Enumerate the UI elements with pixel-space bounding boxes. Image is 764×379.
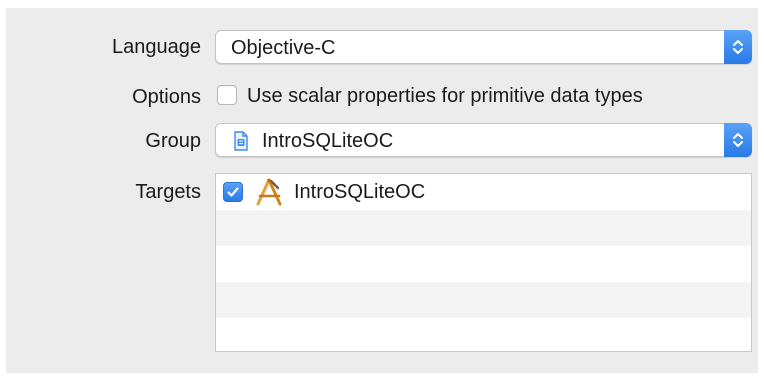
- language-popup[interactable]: Objective-C: [215, 30, 752, 64]
- list-item: [216, 282, 751, 318]
- language-value: Objective-C: [231, 37, 336, 59]
- folder-document-icon: [234, 131, 248, 151]
- language-label: Language: [112, 36, 201, 58]
- target-checkbox[interactable]: [223, 182, 243, 202]
- target-name: IntroSQLiteOC: [294, 181, 426, 203]
- group-popup[interactable]: IntroSQLiteOC: [215, 123, 752, 157]
- group-value: IntroSQLiteOC: [262, 130, 394, 152]
- group-stepper[interactable]: [724, 123, 752, 157]
- scalar-properties-label[interactable]: Use scalar properties for primitive data…: [247, 85, 643, 108]
- scalar-properties-checkbox[interactable]: [217, 85, 237, 105]
- targets-list[interactable]: IntroSQLiteOC: [215, 173, 752, 352]
- list-item: [216, 210, 751, 246]
- target-row[interactable]: IntroSQLiteOC: [216, 174, 751, 210]
- checkmark-icon: [227, 187, 239, 197]
- language-stepper[interactable]: [724, 30, 752, 64]
- options-label: Options: [132, 86, 201, 108]
- group-label: Group: [145, 130, 201, 152]
- list-item: [216, 318, 751, 351]
- list-item: [216, 246, 751, 282]
- updown-chevron-icon: [733, 133, 743, 147]
- xcode-app-icon: [256, 178, 282, 206]
- targets-label: Targets: [135, 181, 201, 203]
- updown-chevron-icon: [733, 40, 743, 54]
